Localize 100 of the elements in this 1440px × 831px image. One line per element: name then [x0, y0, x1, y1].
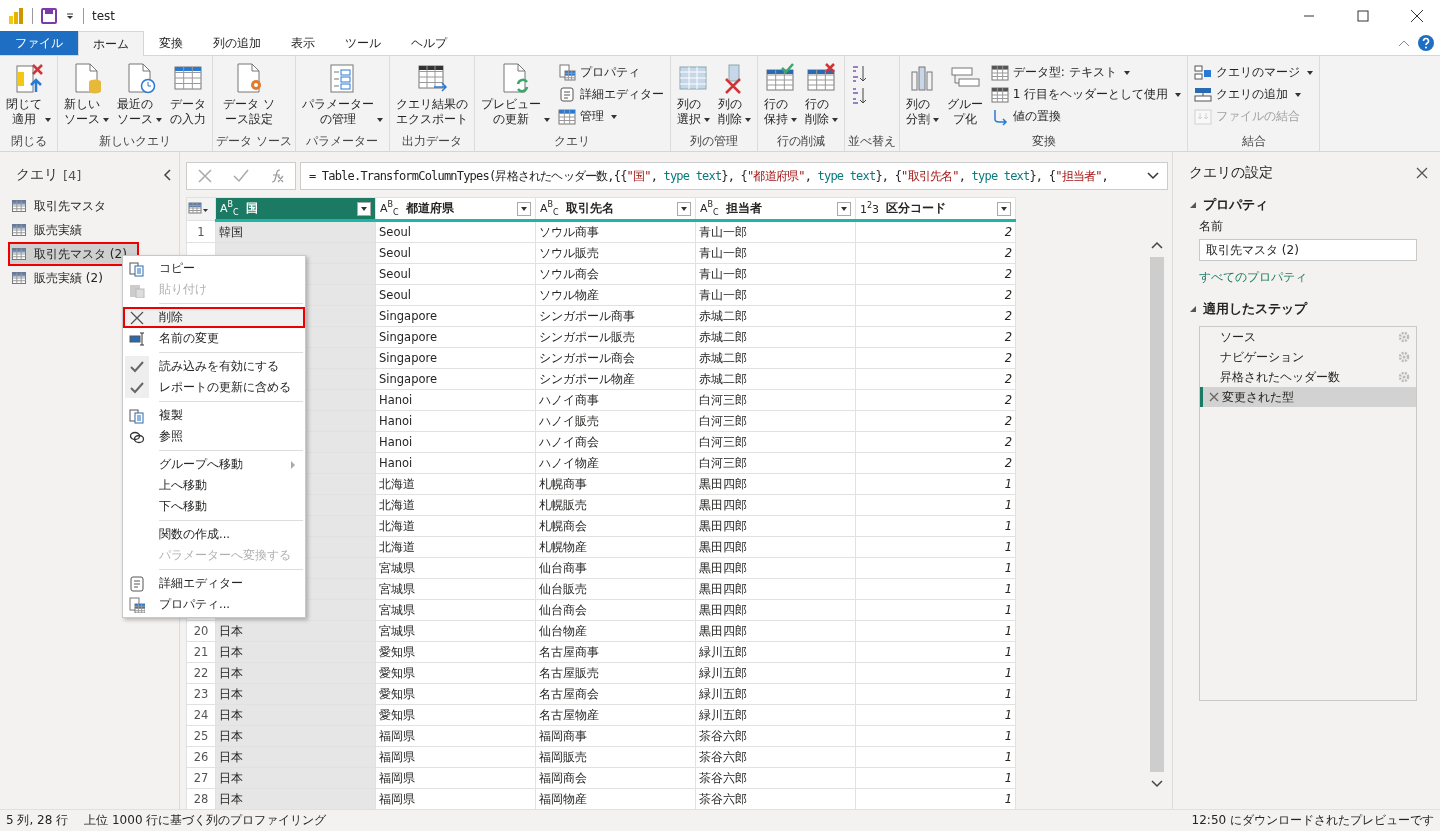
ribbon-tab[interactable]: ヘルプ	[396, 31, 462, 55]
panel-title: クエリの設定	[1189, 164, 1273, 182]
ribbon-button[interactable]: 列の選択	[673, 60, 713, 133]
ribbon-button[interactable]: 最近のソース	[114, 60, 165, 133]
maximize-icon[interactable]	[1356, 9, 1370, 22]
ribbon-button[interactable]: データの入力	[167, 60, 209, 133]
ribbon-button[interactable]: 閉じて適用	[3, 60, 54, 133]
table-cell: Seoul	[375, 284, 536, 306]
table-cell: ソウル販売	[535, 242, 696, 264]
formula-field[interactable]: = Table.TransformColumnTypes(昇格されたヘッダー数,{{"国", type text}, {"都道府県", type text}, {"取引先名", type text}, {"担当者",	[300, 162, 1168, 190]
menu-item[interactable]: 参照	[123, 426, 305, 447]
menu-item[interactable]: 複製	[123, 405, 305, 426]
ribbon-tab[interactable]: ツール	[330, 31, 396, 55]
save-icon[interactable]	[41, 7, 57, 24]
ribbon-button[interactable]: クエリ結果のエクスポート	[392, 60, 471, 133]
properties-icon	[129, 596, 145, 613]
table-cell: 札幌商事	[535, 473, 696, 495]
menu-item[interactable]: 削除	[123, 307, 305, 328]
ribbon-button[interactable]: クエリのマージ	[1191, 62, 1317, 83]
ribbon-button[interactable]: 1 行目をヘッダーとして使用	[987, 84, 1185, 105]
menu-item[interactable]: グループへ移動	[123, 454, 305, 475]
table-cell: 札幌物産	[535, 536, 696, 558]
delete-icon[interactable]	[1209, 392, 1219, 402]
ribbon-button[interactable]: データ ソース設定	[216, 60, 282, 133]
copy-icon	[129, 260, 145, 277]
ribbon-tab[interactable]: 列の追加	[198, 31, 276, 55]
ribbon-button[interactable]: プレビューの更新	[477, 60, 553, 133]
file-tab[interactable]: ファイル	[0, 31, 78, 55]
group-label: 閉じる	[9, 133, 48, 150]
ribbon-button[interactable]: 列の削除	[714, 60, 754, 133]
query-item[interactable]: 販売実績	[8, 218, 176, 242]
menu-item[interactable]: レポートの更新に含める	[123, 377, 305, 398]
table-cell: Hanoi	[375, 452, 536, 474]
ribbon-button[interactable]: 値の置換	[987, 106, 1185, 127]
ribbon-button[interactable]: 行の保持	[760, 60, 800, 133]
filter-button[interactable]	[357, 201, 371, 216]
formula-text: = Table.TransformColumnTypes(昇格されたヘッダー数,{{"国", type text}, {"都道府県", type text}, {"取引先名", type text}, {"担当者",	[309, 167, 1110, 185]
applied-step[interactable]: ソース	[1200, 327, 1416, 347]
menu-item[interactable]: 詳細エディター	[123, 573, 305, 594]
ribbon-button[interactable]: パラメーターの管理	[298, 60, 386, 133]
table-cell: 宮城県	[375, 578, 536, 600]
dropdown-icon[interactable]	[65, 10, 75, 21]
applied-step[interactable]: 変更された型	[1200, 387, 1416, 407]
all-properties-link[interactable]: すべてのプロパティ	[1199, 269, 1307, 286]
query-name: 販売実績	[34, 221, 82, 239]
collapse-triangle-icon[interactable]	[1189, 201, 1197, 209]
table-cell: シンガポール販売	[535, 326, 696, 348]
filter-button[interactable]	[517, 201, 531, 216]
ribbon-button[interactable]: グループ化	[943, 60, 986, 133]
section-heading: 適用したステップ	[1203, 300, 1307, 318]
table-cell: 白河三郎	[695, 410, 856, 432]
chevron-down-icon[interactable]	[1147, 172, 1159, 180]
caret-icon	[103, 117, 109, 122]
menu-item[interactable]: 下へ移動	[123, 496, 305, 517]
ribbon-button[interactable]: 管理	[554, 106, 667, 127]
ribbon-button[interactable]: 列の分割	[902, 60, 942, 133]
query-item[interactable]: 取引先マスタ	[8, 194, 176, 218]
menu-item[interactable]: 上へ移動	[123, 475, 305, 496]
collapse-icon[interactable]	[163, 169, 171, 181]
step-name: 変更された型	[1222, 388, 1295, 406]
applied-step[interactable]: ナビゲーション	[1200, 347, 1416, 367]
close-icon[interactable]	[1416, 167, 1428, 179]
ribbon-tab[interactable]: 変換	[144, 31, 198, 55]
section-heading: プロパティ	[1203, 196, 1268, 214]
menu-item[interactable]: 読み込みを有効にする	[123, 356, 305, 377]
row-number: 22	[186, 662, 216, 684]
table-cell: 2	[855, 220, 1016, 243]
ribbon-button[interactable]: データ型: テキスト	[987, 62, 1185, 83]
caret-icon	[45, 117, 51, 122]
applied-step[interactable]: 昇格されたヘッダー数	[1200, 367, 1416, 387]
filter-button[interactable]	[997, 201, 1011, 216]
row-number: 28	[186, 788, 216, 810]
ribbon-tab[interactable]: 表示	[276, 31, 330, 55]
row-number: 23	[186, 683, 216, 705]
menu-item[interactable]: 関数の作成...	[123, 524, 305, 545]
row-number: 27	[186, 767, 216, 789]
panel-title: クエリ	[16, 166, 58, 184]
menu-item[interactable]: 名前の変更	[123, 328, 305, 349]
ribbon-tab[interactable]: ホーム	[78, 31, 144, 56]
ribbon-button[interactable]: 行の削除	[801, 60, 841, 133]
table-menu-icon[interactable]	[187, 200, 209, 215]
submenu-arrow-icon	[291, 460, 295, 469]
filter-button[interactable]	[837, 201, 851, 216]
name-field[interactable]: 取引先マスタ (2)	[1199, 239, 1417, 261]
column-header[interactable]: A$^{B}$$_{C}$ 国	[216, 198, 375, 218]
help-icon[interactable]	[1418, 35, 1434, 51]
table-cell: Seoul	[375, 220, 536, 243]
close-icon[interactable]	[1410, 9, 1424, 22]
ribbon-button[interactable]: クエリの追加	[1191, 84, 1317, 105]
column-title: 都道府県	[406, 200, 455, 217]
collapse-triangle-icon[interactable]	[1189, 305, 1197, 313]
table-cell: 2	[855, 284, 1016, 306]
ribbon-button[interactable]: プロパティ	[554, 62, 667, 83]
column-title: 国	[246, 200, 259, 217]
query-name: 取引先マスタ	[34, 197, 106, 215]
filter-button[interactable]	[677, 201, 691, 216]
ribbon-button[interactable]: 詳細エディター	[554, 84, 667, 105]
table-cell: 白河三郎	[695, 431, 856, 453]
ribbon-button[interactable]: 新しいソース	[61, 60, 112, 133]
menu-item[interactable]: プロパティ...	[123, 594, 305, 615]
